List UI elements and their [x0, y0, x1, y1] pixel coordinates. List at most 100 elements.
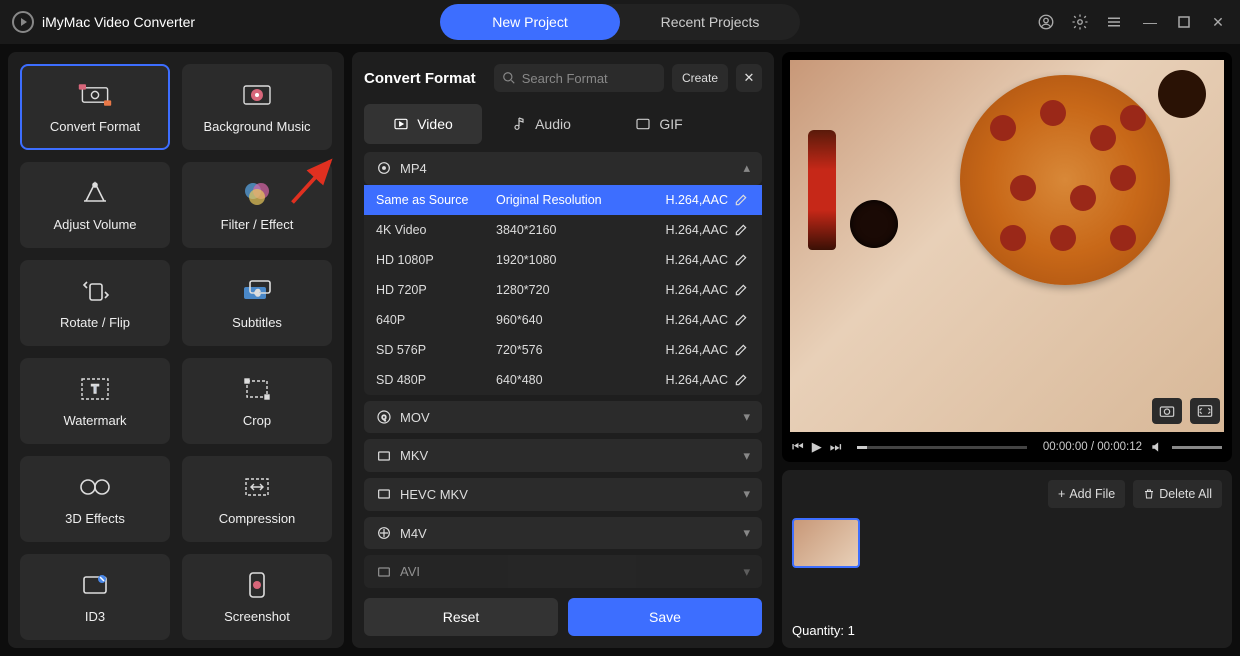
- timeline-slider[interactable]: [857, 446, 1026, 449]
- edit-preset-icon[interactable]: [734, 193, 750, 207]
- format-tab-video[interactable]: Video: [364, 104, 482, 144]
- tool-crop[interactable]: Crop: [182, 358, 332, 444]
- format-group-m4v[interactable]: M4V▾: [364, 517, 762, 550]
- mp4-preset-list: Same as Source Original Resolution H.264…: [364, 185, 762, 395]
- compression-icon: [239, 473, 275, 501]
- volume-slider[interactable]: [1172, 446, 1222, 449]
- format-group-avi[interactable]: AVI▾: [364, 555, 762, 588]
- video-frame[interactable]: [790, 60, 1224, 432]
- search-icon: [502, 71, 516, 85]
- preset-row[interactable]: HD 1080P1920*1080H.264,AAC: [364, 245, 762, 275]
- next-button[interactable]: ⏭: [830, 439, 842, 455]
- tool-label: Screenshot: [224, 609, 290, 624]
- tool-label: Subtitles: [232, 315, 282, 330]
- format-group-mov[interactable]: Q MOV▾: [364, 401, 762, 434]
- crop-icon: [239, 375, 275, 403]
- prev-button[interactable]: ⏮: [792, 439, 804, 455]
- play-button[interactable]: ▶: [812, 439, 822, 455]
- screenshot-icon: [239, 571, 275, 599]
- preset-row[interactable]: Same as Source Original Resolution H.264…: [364, 185, 762, 215]
- id3-icon: [77, 571, 113, 599]
- edit-preset-icon[interactable]: [734, 373, 750, 387]
- tool-compression[interactable]: Compression: [182, 456, 332, 542]
- save-button[interactable]: Save: [568, 598, 762, 636]
- settings-icon[interactable]: [1068, 10, 1092, 34]
- tool-label: Rotate / Flip: [60, 315, 130, 330]
- edit-preset-icon[interactable]: [734, 313, 750, 327]
- expand-icon: ▾: [743, 525, 750, 541]
- rotate-icon: [77, 277, 113, 305]
- tool-adjust-volume[interactable]: Adjust Volume: [20, 162, 170, 248]
- expand-icon: ▾: [743, 409, 750, 425]
- tab-recent-projects[interactable]: Recent Projects: [620, 4, 800, 40]
- delete-all-button[interactable]: Delete All: [1133, 480, 1222, 508]
- edit-preset-icon[interactable]: [734, 223, 750, 237]
- video-icon: [393, 116, 409, 132]
- player-controls: ⏮ ▶ ⏭ 00:00:00 / 00:00:12: [782, 432, 1232, 462]
- add-file-button[interactable]: + Add File: [1048, 480, 1125, 508]
- format-group-mkv[interactable]: MKV▾: [364, 439, 762, 472]
- window-close[interactable]: ✕: [1208, 12, 1228, 32]
- gif-icon: [635, 116, 651, 132]
- edit-preset-icon[interactable]: [734, 253, 750, 267]
- tool-id3[interactable]: ID3: [20, 554, 170, 640]
- create-button[interactable]: Create: [672, 64, 728, 92]
- reset-button[interactable]: Reset: [364, 598, 558, 636]
- preset-row[interactable]: 640P960*640H.264,AAC: [364, 305, 762, 335]
- tool-label: Filter / Effect: [221, 217, 294, 232]
- fullscreen-button[interactable]: [1190, 398, 1220, 424]
- tool-label: Adjust Volume: [53, 217, 136, 232]
- tool-rotate-flip[interactable]: Rotate / Flip: [20, 260, 170, 346]
- preset-row[interactable]: SD 480P640*480H.264,AAC: [364, 365, 762, 395]
- preset-row[interactable]: 4K Video3840*2160H.264,AAC: [364, 215, 762, 245]
- tool-label: Watermark: [63, 413, 126, 428]
- format-icon: [376, 564, 392, 580]
- tool-label: Crop: [243, 413, 271, 428]
- tab-new-project[interactable]: New Project: [440, 4, 620, 40]
- tool-label: ID3: [85, 609, 105, 624]
- video-preview: ⏮ ▶ ⏭ 00:00:00 / 00:00:12: [782, 52, 1232, 462]
- tool-3d-effects[interactable]: 3D Effects: [20, 456, 170, 542]
- search-format-input[interactable]: Search Format: [494, 64, 664, 92]
- user-icon[interactable]: [1034, 10, 1058, 34]
- format-group-mp4[interactable]: MP4 ▴: [364, 152, 762, 185]
- tool-label: Convert Format: [50, 119, 140, 134]
- search-placeholder: Search Format: [522, 71, 608, 86]
- tool-convert-format[interactable]: Convert Format: [20, 64, 170, 150]
- format-icon: [376, 486, 392, 502]
- logo-icon: [12, 11, 34, 33]
- tool-watermark[interactable]: T Watermark: [20, 358, 170, 444]
- expand-icon: ▾: [743, 564, 750, 580]
- time-display: 00:00:00 / 00:00:12: [1043, 441, 1142, 453]
- format-icon: [376, 160, 392, 176]
- plus-icon: +: [1058, 487, 1065, 501]
- expand-icon: ▾: [743, 448, 750, 464]
- format-tab-audio[interactable]: Audio: [482, 104, 600, 144]
- music-icon: [239, 81, 275, 109]
- tool-screenshot[interactable]: Screenshot: [182, 554, 332, 640]
- volume-icon: [77, 179, 113, 207]
- tool-background-music[interactable]: Background Music: [182, 64, 332, 150]
- edit-preset-icon[interactable]: [734, 343, 750, 357]
- window-minimize[interactable]: —: [1140, 12, 1160, 32]
- snapshot-button[interactable]: [1152, 398, 1182, 424]
- preset-row[interactable]: SD 576P720*576H.264,AAC: [364, 335, 762, 365]
- format-icon: [376, 448, 392, 464]
- format-tab-gif[interactable]: GIF: [600, 104, 718, 144]
- svg-text:€: €: [255, 288, 260, 298]
- edit-preset-icon[interactable]: [734, 283, 750, 297]
- volume-icon[interactable]: [1150, 440, 1164, 454]
- format-icon: Q: [376, 409, 392, 425]
- expand-icon: ▾: [743, 486, 750, 502]
- format-group-hevcmkv[interactable]: HEVC MKV▾: [364, 478, 762, 511]
- menu-icon[interactable]: [1102, 10, 1126, 34]
- close-panel-button[interactable]: ✕: [736, 64, 762, 92]
- app-title: iMyMac Video Converter: [42, 14, 195, 30]
- titlebar-right: — ✕: [1034, 10, 1228, 34]
- window-maximize[interactable]: [1174, 12, 1194, 32]
- tool-subtitles[interactable]: € Subtitles: [182, 260, 332, 346]
- file-thumbnail[interactable]: [792, 518, 860, 568]
- collapse-icon: ▴: [743, 160, 750, 176]
- preset-row[interactable]: HD 720P1280*720H.264,AAC: [364, 275, 762, 305]
- tool-filter-effect[interactable]: Filter / Effect: [182, 162, 332, 248]
